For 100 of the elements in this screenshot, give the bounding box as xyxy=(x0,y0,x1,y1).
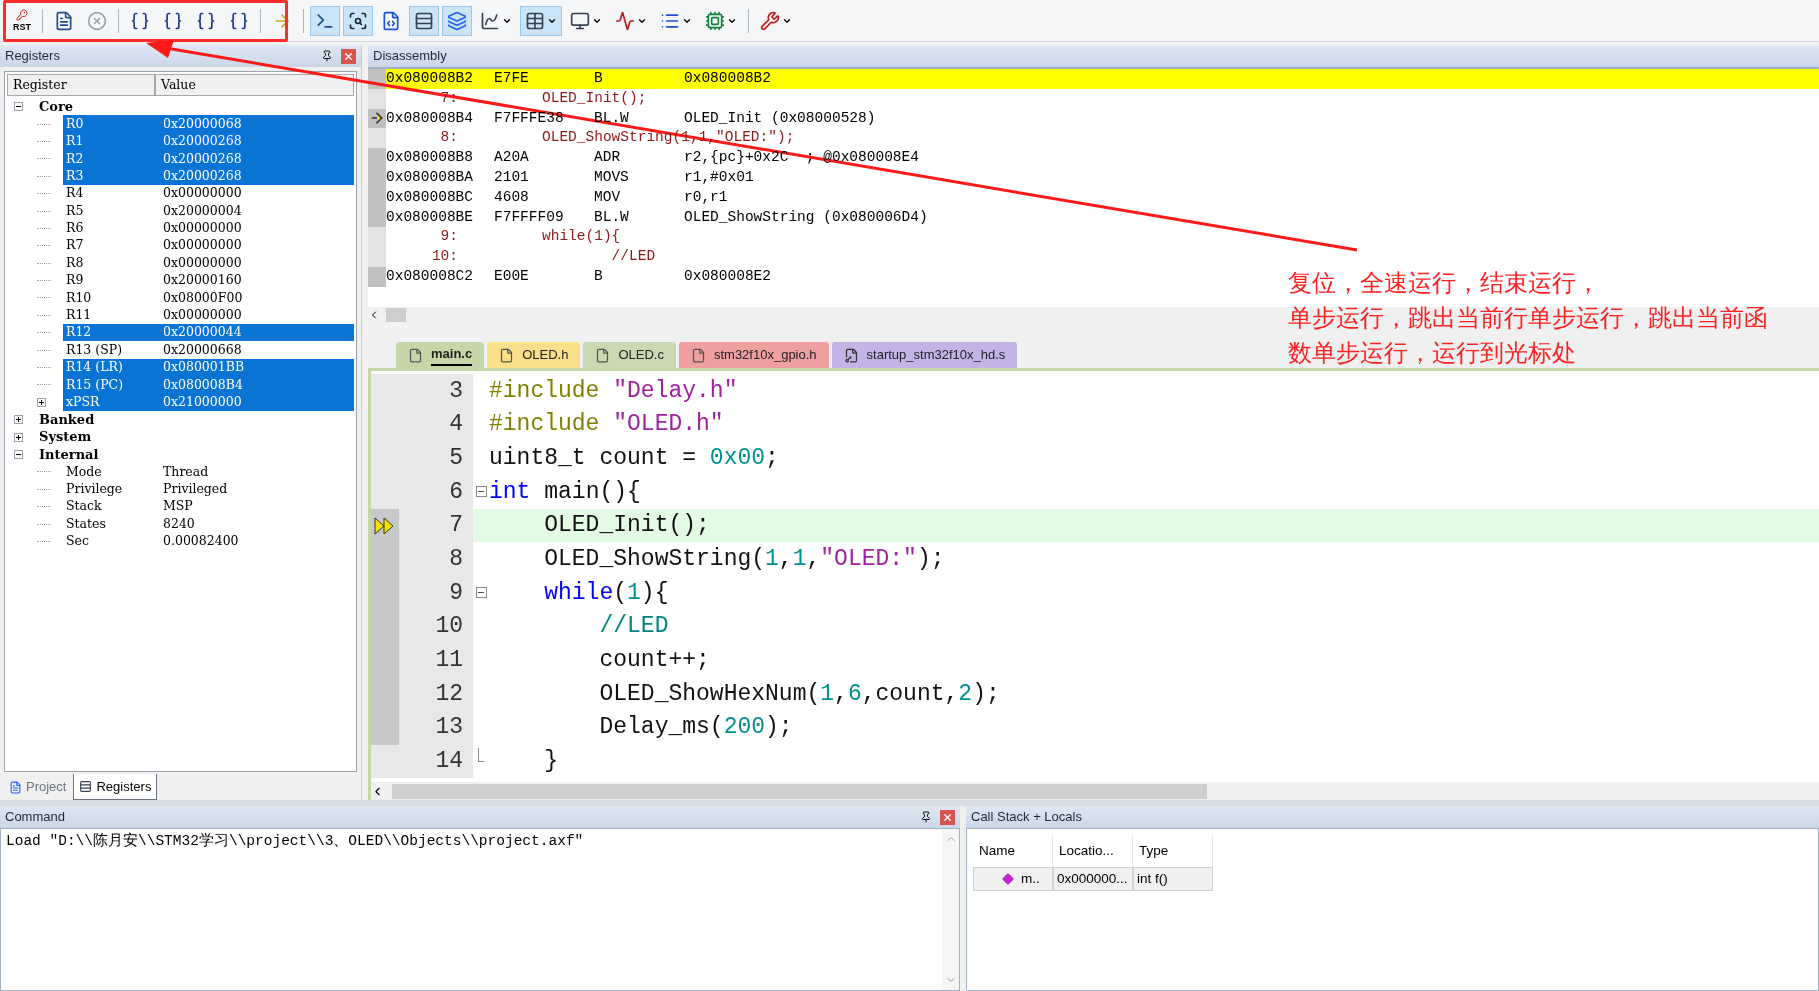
collapse-toggle[interactable] xyxy=(14,102,23,112)
panel-title: Call Stack + Locals xyxy=(971,808,1082,827)
expand-toggle[interactable] xyxy=(14,415,23,425)
code-line: OLED_ShowHexNum(1,6,count,2); xyxy=(598,679,1000,709)
register-row[interactable]: R4 0x00000000 xyxy=(63,184,354,203)
panel-tab[interactable]: Registers xyxy=(73,774,158,800)
opcode: 4608 xyxy=(494,187,530,207)
file-tab[interactable]: OLED.c xyxy=(583,342,676,368)
register-row[interactable]: R15 (PC) 0x080008B4 xyxy=(63,376,354,394)
code-line: //LED xyxy=(598,612,669,642)
toolbar-button[interactable] xyxy=(310,5,340,36)
line-number: 7 xyxy=(449,511,463,541)
register-value: 0x08000F00 xyxy=(163,288,243,307)
address: 0x080008BA xyxy=(386,168,474,187)
panel-title: Command xyxy=(5,808,65,827)
line-number: 6 xyxy=(449,477,463,507)
chart-icon xyxy=(480,10,500,31)
register-name: R12 xyxy=(66,323,93,342)
waveform-icon xyxy=(615,10,635,31)
file-tab[interactable]: stm32f10x_gpio.h xyxy=(678,342,829,368)
register-row[interactable]: R9 0x20000160 xyxy=(63,271,354,290)
register-row[interactable]: R11 0x00000000 xyxy=(63,306,354,325)
register-row[interactable]: R14 (LR) 0x080001BB xyxy=(63,358,354,377)
collapse-toggle[interactable] xyxy=(14,450,23,459)
register-row[interactable]: R13 (SP) 0x20000668 xyxy=(63,341,354,359)
register-row[interactable]: R0 0x20000068 xyxy=(63,115,354,133)
opcode: F7FFFF09 xyxy=(494,207,565,227)
instruction-row[interactable]: 0x080008BC 4608 MOV r0,r1 xyxy=(386,187,728,208)
gutter-marker xyxy=(368,207,386,228)
command-line: Load "D:\\陈月安\\STM32学习\\project\\3、OLED\\Objects\\project.axf" xyxy=(6,831,585,851)
register-name: R14 (LR) xyxy=(66,358,124,377)
mnemonic: MOVS xyxy=(594,168,630,187)
document-list-icon xyxy=(54,10,74,31)
close-button[interactable] xyxy=(341,48,356,64)
register-row[interactable]: States 8240 xyxy=(63,515,354,533)
register-row[interactable]: R7 0x00000000 xyxy=(63,237,354,255)
reset-button[interactable]: RST xyxy=(8,5,36,36)
file-tab[interactable]: main.c xyxy=(396,342,485,368)
line-number: 3 xyxy=(449,376,463,406)
tree-group-label[interactable]: Banked xyxy=(39,410,95,430)
register-value: MSP xyxy=(163,497,193,516)
opcode: F7FFFE38 xyxy=(494,108,565,128)
file-icon xyxy=(595,347,611,363)
register-row[interactable]: Sec 0.00082400 xyxy=(63,532,354,551)
register-name: R2 xyxy=(66,149,85,168)
register-name: R5 xyxy=(66,201,85,220)
instruction-row[interactable]: 0x080008B8 A20A ADR r2,{pc}+0x2C ; @0x080008E4 xyxy=(386,148,919,168)
register-value: 0x20000668 xyxy=(163,340,242,359)
tree-group-label[interactable]: Core xyxy=(39,96,74,117)
expand-toggle[interactable] xyxy=(14,432,23,442)
register-row[interactable]: Privilege Privileged xyxy=(63,480,354,498)
register-row[interactable]: R5 0x20000004 xyxy=(63,202,354,220)
register-value: 0x21000000 xyxy=(163,392,242,411)
instruction-row[interactable]: 0x080008C2 E00E B 0x080008E2 xyxy=(386,266,771,287)
register-value: 8240 xyxy=(163,514,195,533)
instruction-row[interactable]: 0x080008B4 F7FFFE38 BL.W OLED_Init (0x08000528) xyxy=(386,108,876,129)
code-line: OLED_Init(); xyxy=(543,511,710,541)
register-name: R13 (SP) xyxy=(66,340,124,359)
register-value: 0x080001BB xyxy=(163,358,245,377)
stop-icon xyxy=(87,10,107,31)
expand-toggle[interactable] xyxy=(37,397,46,407)
tab-label: OLED.c xyxy=(618,346,664,365)
register-row[interactable]: R6 0x00000000 xyxy=(63,219,354,238)
scrollbar-thumb[interactable] xyxy=(392,783,1207,799)
register-name: Mode xyxy=(66,462,103,481)
rows-icon xyxy=(79,780,93,793)
scrollbar-thumb[interactable] xyxy=(386,308,406,322)
instruction-row[interactable]: 0x080008B2 E7FE B 0x080008B2 xyxy=(386,69,1819,89)
horizontal-scrollbar[interactable] xyxy=(371,782,1819,800)
column-header[interactable]: Value xyxy=(155,74,354,96)
table-icon xyxy=(525,10,545,31)
register-value: 0x080008B4 xyxy=(163,375,243,394)
register-row[interactable]: R8 0x00000000 xyxy=(63,254,354,272)
toolbar-button[interactable] xyxy=(409,5,439,36)
close-button[interactable] xyxy=(940,809,955,825)
register-row[interactable]: Stack MSP xyxy=(63,498,354,516)
tree-group-label[interactable]: System xyxy=(39,427,92,447)
register-value: 0x20000268 xyxy=(163,166,242,185)
register-name: R4 xyxy=(66,184,85,203)
pin-icon[interactable] xyxy=(920,811,932,823)
line-number: 9 xyxy=(449,578,463,608)
gutter-marker xyxy=(368,247,386,267)
register-value: Thread xyxy=(163,462,209,481)
fold-toggle[interactable] xyxy=(475,587,487,599)
toolbar-button[interactable] xyxy=(520,5,562,36)
column-header[interactable]: Register xyxy=(7,74,155,96)
register-row[interactable]: R10 0x08000F00 xyxy=(63,289,354,307)
register-row[interactable]: Mode Thread xyxy=(63,463,354,481)
register-row[interactable]: R2 0x20000268 xyxy=(63,150,354,168)
file-tab[interactable]: startup_stm32f10x_hd.s xyxy=(831,342,1018,368)
tree-group-label[interactable]: Internal xyxy=(39,444,99,465)
instruction-row[interactable]: 0x080008BA 2101 MOVS r1,#0x01 xyxy=(386,168,754,188)
file-tab[interactable]: OLED.h xyxy=(487,342,581,368)
opcode: E00E xyxy=(494,267,530,286)
register-row[interactable]: R12 0x20000044 xyxy=(63,324,354,342)
instruction-row[interactable]: 0x080008BE F7FFFF09 BL.W OLED_ShowString (0x080006D4) xyxy=(386,207,928,228)
panel-tab[interactable]: Project xyxy=(4,774,72,800)
fold-toggle[interactable] xyxy=(475,486,487,498)
pin-icon[interactable] xyxy=(321,50,333,62)
toolbar-button[interactable] xyxy=(343,5,373,36)
